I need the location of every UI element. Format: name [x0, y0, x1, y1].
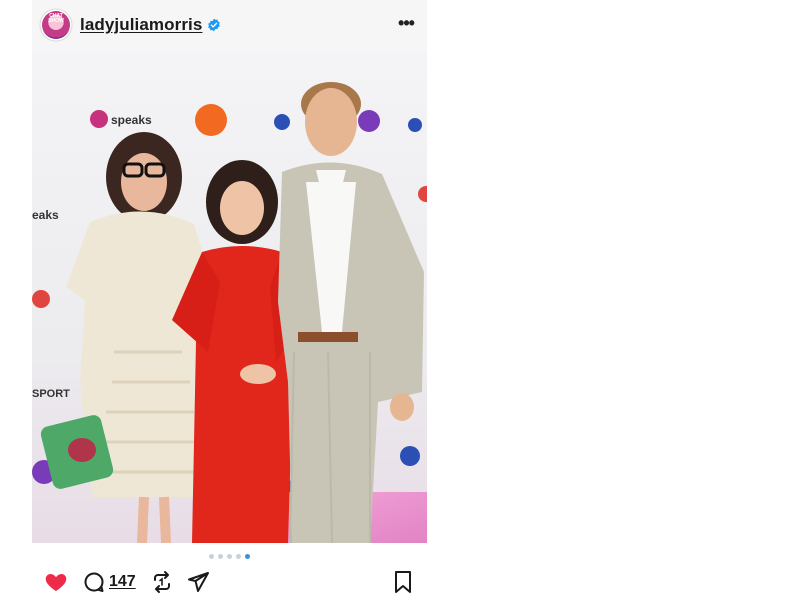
avatar-label: CHAT SHOW	[48, 13, 64, 24]
verified-badge-icon	[208, 18, 220, 32]
post-card: CHAT SHOW ladyjuliamorris ••• speaks eak…	[32, 0, 427, 609]
carousel-indicator	[32, 548, 427, 560]
avatar[interactable]: CHAT SHOW	[42, 11, 70, 39]
bookmark-icon[interactable]	[392, 570, 414, 594]
carousel-dot[interactable]	[209, 554, 214, 560]
more-options-button[interactable]: •••	[394, 14, 418, 36]
username-link[interactable]: ladyjuliamorris	[80, 15, 202, 35]
heart-icon[interactable]	[44, 570, 68, 594]
carousel-dot[interactable]	[227, 554, 232, 560]
share-icon[interactable]	[186, 570, 210, 594]
repost-icon[interactable]	[150, 570, 174, 594]
carousel-dot-active[interactable]	[245, 554, 250, 560]
post-photo[interactable]: speaks eaks SPORT	[32, 52, 427, 543]
carousel-dot[interactable]	[236, 554, 241, 560]
comment-count[interactable]: 147	[109, 573, 136, 591]
person-right-grey-suit	[278, 82, 424, 543]
comment-icon[interactable]	[82, 570, 106, 594]
action-bar: 147	[32, 562, 427, 602]
carousel-dot[interactable]	[218, 554, 223, 560]
post-header: CHAT SHOW ladyjuliamorris •••	[32, 0, 427, 52]
